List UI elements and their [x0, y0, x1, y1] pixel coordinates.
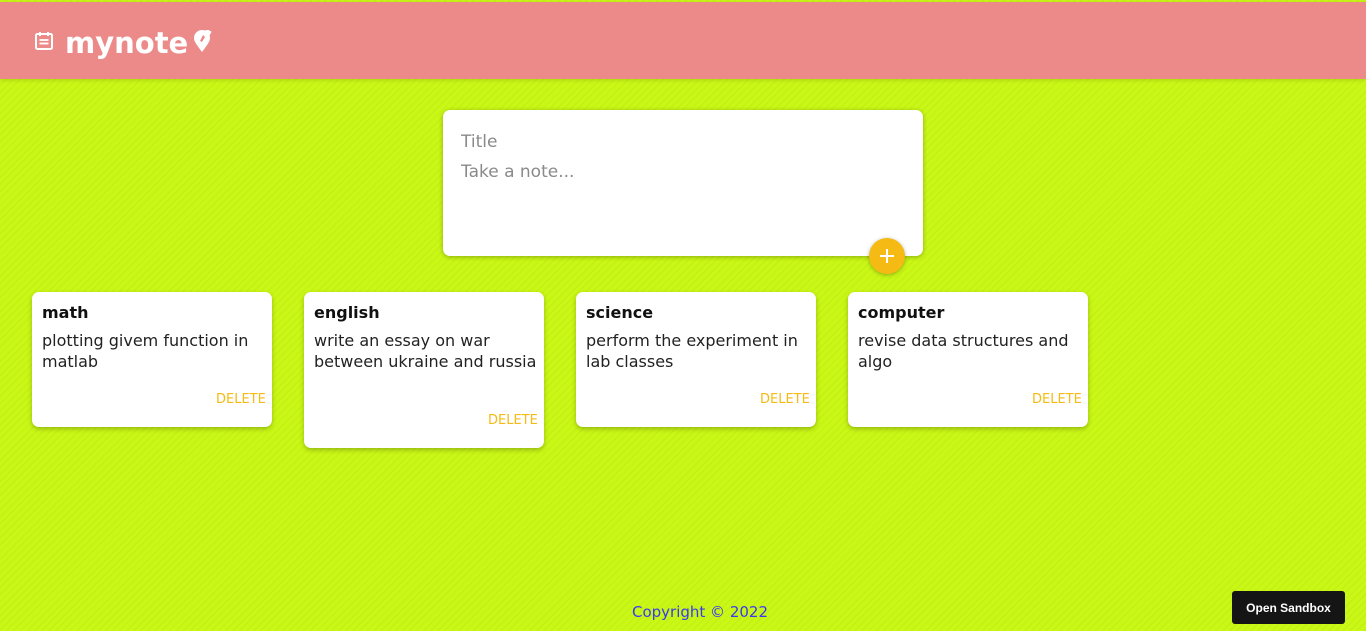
app-title: mynote [65, 26, 189, 60]
note-content: perform the experiment in lab classes [586, 331, 798, 371]
note-content: plotting givem function in matlab [42, 331, 249, 371]
note-composer [443, 110, 923, 256]
delete-button[interactable]: DELETE [1032, 381, 1088, 417]
app-header: mynote [0, 2, 1366, 79]
note-card: math plotting givem function in matlab D… [32, 292, 272, 427]
note-card: science perform the experiment in lab cl… [576, 292, 816, 427]
footer-copyright: Copyright © 2022 [631, 603, 768, 621]
note-card: english write an essay on war between uk… [304, 292, 544, 448]
delete-label: DELETE [1032, 391, 1082, 407]
note-title-input[interactable] [461, 130, 901, 154]
delete-label: DELETE [760, 391, 810, 407]
delete-label: DELETE [488, 412, 538, 428]
note-content-input[interactable] [461, 162, 901, 222]
note-title: english [314, 303, 380, 322]
note-title: science [586, 303, 654, 322]
delete-button[interactable]: DELETE [216, 381, 272, 417]
open-sandbox-button[interactable]: Open Sandbox [1232, 591, 1345, 624]
note-title: computer [858, 303, 945, 322]
note-icon [35, 32, 53, 50]
delete-label: DELETE [216, 391, 266, 407]
add-note-button[interactable] [869, 238, 905, 274]
note-card: computer revise data structures and algo… [848, 292, 1088, 427]
pin-icon [194, 30, 212, 52]
note-content: revise data structures and algo [858, 331, 1069, 371]
note-content: write an essay on war between ukraine an… [314, 331, 537, 371]
delete-button[interactable]: DELETE [760, 381, 816, 417]
plus-icon [880, 249, 894, 263]
delete-button[interactable]: DELETE [488, 402, 544, 438]
note-title: math [42, 303, 89, 322]
